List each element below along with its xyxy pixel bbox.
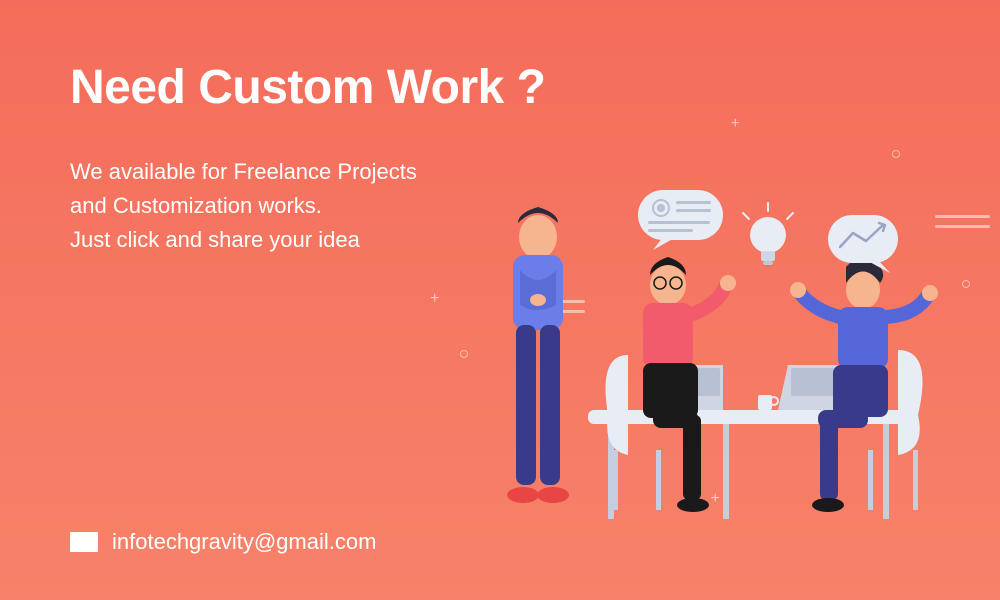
page-headline: Need Custom Work ? <box>70 60 930 115</box>
contact-email-text: infotechgravity@gmail.com <box>112 529 376 555</box>
subtext-line-2: and Customization works. <box>70 189 570 223</box>
subtext-line-1: We available for Freelance Projects <box>70 155 570 189</box>
contact-email-row[interactable]: infotechgravity@gmail.com <box>70 529 376 555</box>
subtext-line-3: Just click and share your idea <box>70 223 570 257</box>
envelope-icon <box>70 532 98 552</box>
page-subtext: We available for Freelance Projects and … <box>70 155 570 257</box>
